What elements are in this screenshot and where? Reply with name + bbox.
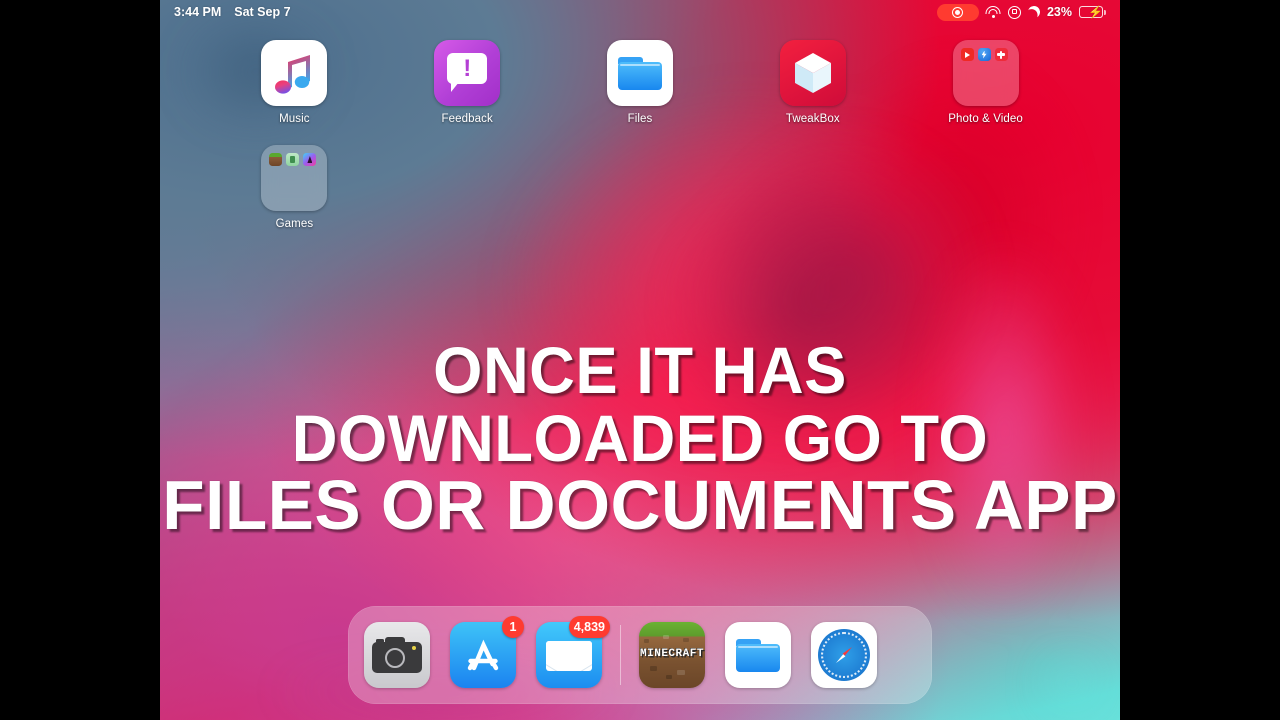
dock-app-minecraft[interactable]: MINECRAFT (639, 622, 705, 688)
camera-app-icon[interactable] (364, 622, 430, 688)
folder-games[interactable]: Games (208, 145, 381, 230)
do-not-disturb-moon-icon (1026, 4, 1041, 19)
battery-cap (1104, 9, 1106, 15)
record-ring (952, 6, 964, 18)
files-app-icon[interactable] (725, 622, 791, 688)
blue-app-mini-icon (977, 48, 991, 61)
app-music[interactable]: Music (208, 40, 381, 125)
cube-glyph (794, 53, 831, 93)
battery-charging-icon: ⚡ (1079, 5, 1106, 19)
folder-icon[interactable] (952, 40, 1019, 106)
status-bar-left: 3:44 PM Sat Sep 7 (174, 5, 291, 19)
record-dot (955, 9, 961, 15)
app-label: TweakBox (785, 113, 840, 125)
files-app-icon[interactable] (606, 40, 673, 106)
app-feedback[interactable]: ! Feedback (381, 40, 554, 125)
app-label: Files (627, 113, 653, 125)
dock-app-files[interactable] (725, 622, 791, 688)
minecraft-mini-icon (269, 153, 283, 166)
dock-app-mail[interactable]: 4,839 (536, 616, 610, 688)
dock-divider (620, 625, 621, 685)
minecraft-app-icon[interactable]: MINECRAFT (639, 622, 705, 688)
dock-app-camera[interactable] (364, 622, 430, 688)
folder-body-shape (617, 62, 662, 90)
dock-main-apps: 1 4,839 (364, 616, 610, 688)
app-label: Games (275, 218, 314, 230)
dock-recent-apps: MINECRAFT (639, 622, 877, 688)
charging-bolt-icon: ⚡ (1088, 5, 1103, 19)
status-time: 3:44 PM (174, 5, 222, 19)
badge-count: 1 (502, 616, 524, 638)
app-label: Photo & Video (948, 113, 1023, 125)
camera-flash-dot (412, 646, 416, 650)
appstore-a-glyph (467, 639, 499, 671)
feedback-app-icon[interactable]: ! (434, 40, 501, 106)
minecraft-wordmark: MINECRAFT (640, 648, 704, 660)
music-note-glyph (275, 55, 311, 94)
green-game-mini-icon (286, 153, 300, 166)
youtube-mini-icon (960, 48, 974, 61)
battery-percent-label: 23% (1046, 5, 1073, 19)
safari-needle-glyph (836, 647, 852, 663)
red-cross-mini-icon (994, 48, 1008, 61)
status-date: Sat Sep 7 (234, 5, 291, 19)
rotation-lock-icon (1007, 5, 1021, 19)
envelope-glyph (546, 641, 592, 671)
dock-app-safari[interactable] (811, 622, 877, 688)
folder-strip-shape (619, 64, 660, 66)
rotation-lock-body (1012, 8, 1017, 14)
wifi-arc-inner (988, 9, 998, 14)
folder-photo-video[interactable]: Photo & Video (899, 40, 1072, 125)
speech-bubble-tail (451, 82, 460, 92)
app-label: Music (279, 113, 310, 125)
folder-body-shape (736, 644, 780, 672)
wifi-icon (985, 6, 1001, 18)
app-label: Feedback (441, 113, 493, 125)
folder-strip-shape (738, 646, 778, 648)
status-bar-right: 23% ⚡ (936, 3, 1106, 21)
safari-app-icon[interactable] (811, 622, 877, 688)
badge-count: 4,839 (568, 616, 610, 638)
ipad-screen: 3:44 PM Sat Sep 7 23% ⚡ Music ! Feedback… (160, 0, 1120, 720)
app-files[interactable]: Files (554, 40, 727, 125)
app-tweakbox[interactable]: TweakBox (726, 40, 899, 125)
dock-app-appstore[interactable]: 1 (450, 616, 524, 688)
dock: 1 4,839 MINECRAFT (348, 606, 932, 704)
music-app-icon[interactable] (261, 40, 328, 106)
tweakbox-app-icon[interactable] (779, 40, 846, 106)
screen-record-pill-icon[interactable] (936, 3, 979, 21)
camera-lens-shape (385, 648, 405, 668)
folder-mini-icons (960, 48, 1008, 61)
status-bar: 3:44 PM Sat Sep 7 23% ⚡ (160, 0, 1120, 24)
app-grid: Music ! Feedback Files TweakBox Photo & … (160, 40, 1120, 230)
wifi-dot (991, 14, 996, 18)
exclamation-glyph: ! (463, 55, 472, 82)
colorful-game-mini-icon (303, 153, 317, 166)
speech-bubble-shape: ! (447, 53, 488, 84)
folder-mini-icons (269, 153, 317, 166)
folder-icon[interactable] (261, 145, 328, 211)
screenshot-root: 3:44 PM Sat Sep 7 23% ⚡ Music ! Feedback… (0, 0, 1280, 720)
